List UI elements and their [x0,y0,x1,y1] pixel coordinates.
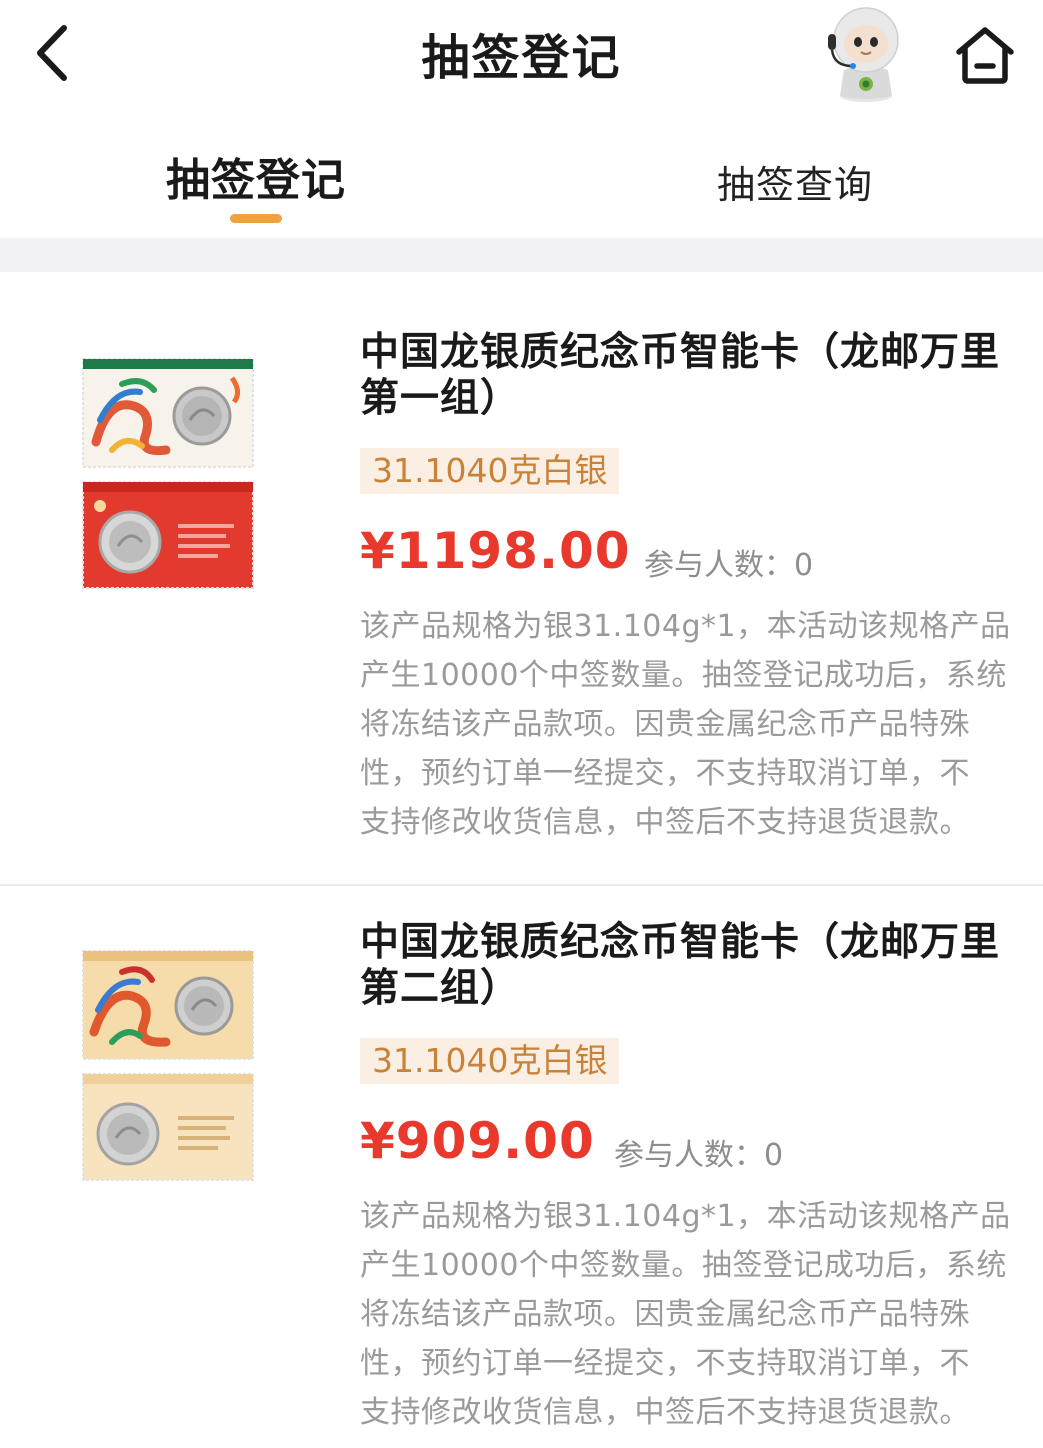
section-separator [0,238,1043,272]
product-card[interactable]: 中国龙银质纪念币智能卡（龙邮万里第一组） 31.1040克白银 ¥1198.00… [0,272,1043,884]
home-button[interactable] [952,22,1018,88]
product-info: 中国龙银质纪念币智能卡（龙邮万里第一组） 31.1040克白银 ¥1198.00… [360,330,1020,847]
participant-count: 参与人数：0 [644,548,814,583]
participant-count: 参与人数：0 [614,1138,784,1173]
product-price: ¥1198.00 [360,522,631,580]
product-title: 中国龙银质纪念币智能卡（龙邮万里第一组） [360,330,1001,421]
tab-label: 抽签查询 [716,163,873,207]
weight-badge: 31.1040克白银 [360,1038,620,1084]
tab-bar: 抽签登记 抽签查询 [0,120,1043,238]
active-tab-indicator [230,214,282,223]
tab-draw-query[interactable]: 抽签查询 [680,120,910,238]
home-icon [956,27,1014,84]
product-image[interactable] [82,950,254,1182]
product-description: 该产品规格为银31.104g*1，本活动该规格产品 产生10000个中签数量。抽… [360,1199,1011,1430]
tab-draw-register[interactable]: 抽签登记 [140,120,372,238]
product-title: 中国龙银质纪念币智能卡（龙邮万里第二组） [360,920,1001,1011]
tab-label: 抽签登记 [166,155,346,206]
product-info: 中国龙银质纪念币智能卡（龙邮万里第二组） 31.1040克白银 ¥909.00 … [360,920,1020,1437]
weight-badge: 31.1040克白银 [360,448,620,494]
product-description: 该产品规格为银31.104g*1，本活动该规格产品 产生10000个中签数量。抽… [360,609,1011,840]
product-image[interactable] [82,358,254,590]
price-row: ¥1198.00 参与人数：0 [360,512,1020,602]
product-price: ¥909.00 [360,1112,595,1170]
robot-mascot-icon[interactable] [818,4,914,104]
product-card[interactable]: 中国龙银质纪念币智能卡（龙邮万里第二组） 31.1040克白银 ¥909.00 … [0,886,1043,1448]
price-row: ¥909.00 参与人数：0 [360,1102,1020,1192]
app-header: 抽签登记 [0,0,1043,110]
